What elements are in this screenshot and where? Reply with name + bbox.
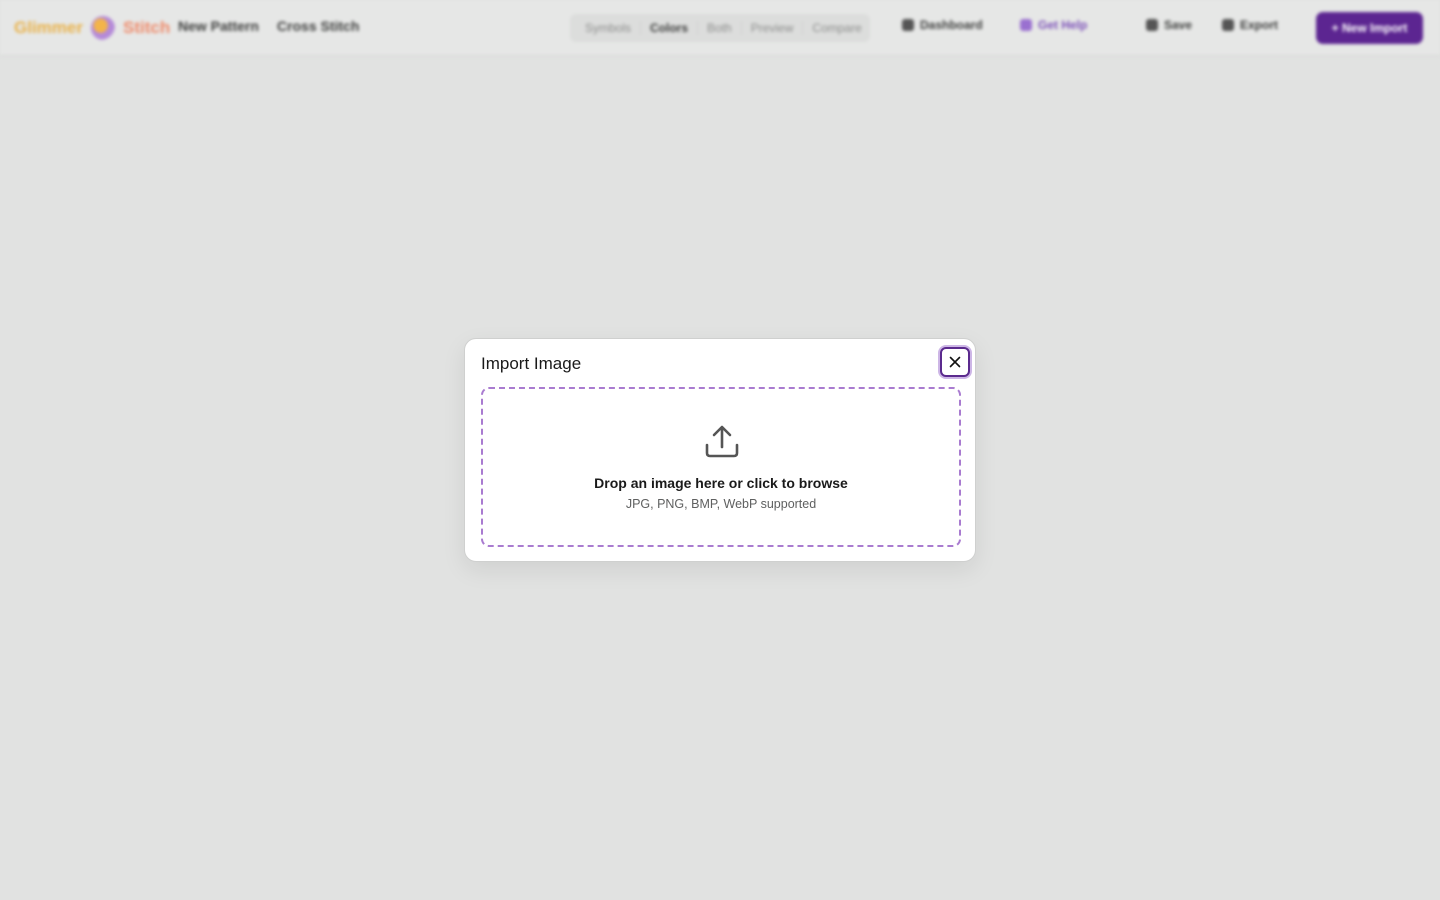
tab-preview[interactable]: Preview bbox=[742, 21, 804, 35]
tab-colors[interactable]: Colors bbox=[641, 21, 699, 35]
save-button[interactable]: Save bbox=[1146, 18, 1192, 32]
logo-mark-icon bbox=[90, 16, 115, 40]
nav-new-pattern[interactable]: New Pattern bbox=[178, 18, 259, 34]
save-icon bbox=[1146, 19, 1158, 31]
nav-cross-stitch[interactable]: Cross Stitch bbox=[277, 18, 359, 34]
dashboard-label: Dashboard bbox=[920, 18, 983, 32]
dialog-title: Import Image bbox=[481, 354, 582, 373]
new-import-button[interactable]: + New Import bbox=[1316, 12, 1423, 44]
tab-compare[interactable]: Compare bbox=[803, 21, 870, 35]
top-navigation-bar: Glimmer Stitch New Pattern Cross Stitch … bbox=[0, 0, 1440, 56]
close-button[interactable] bbox=[940, 347, 970, 377]
help-label: Get Help bbox=[1038, 18, 1088, 32]
export-icon bbox=[1222, 19, 1234, 31]
view-mode-segmented-control: Symbols Colors Both Preview Compare bbox=[570, 14, 870, 42]
image-dropzone[interactable]: Drop an image here or click to browse JP… bbox=[481, 387, 961, 547]
close-icon bbox=[949, 356, 961, 368]
tab-both[interactable]: Both bbox=[698, 21, 742, 35]
help-icon bbox=[1020, 19, 1032, 31]
dropzone-supported-formats: JPG, PNG, BMP, WebP supported bbox=[625, 497, 817, 511]
dashboard-button[interactable]: Dashboard bbox=[902, 18, 983, 32]
dropzone-primary-text: Drop an image here or click to browse bbox=[594, 475, 848, 491]
help-button[interactable]: Get Help bbox=[1020, 18, 1087, 32]
app-logo: Glimmer Stitch bbox=[14, 14, 170, 42]
tab-symbols[interactable]: Symbols bbox=[576, 21, 642, 35]
upload-icon bbox=[705, 425, 739, 458]
export-button[interactable]: Export bbox=[1222, 18, 1278, 32]
nav-links: New Pattern Cross Stitch bbox=[178, 18, 359, 34]
logo-word-1: Glimmer bbox=[14, 18, 83, 37]
export-label: Export bbox=[1240, 18, 1279, 32]
logo-word-2: Stitch bbox=[122, 18, 171, 37]
import-image-dialog: Import Image Drop an image here or click… bbox=[464, 338, 976, 562]
dashboard-icon bbox=[902, 19, 914, 31]
save-label: Save bbox=[1164, 18, 1193, 32]
